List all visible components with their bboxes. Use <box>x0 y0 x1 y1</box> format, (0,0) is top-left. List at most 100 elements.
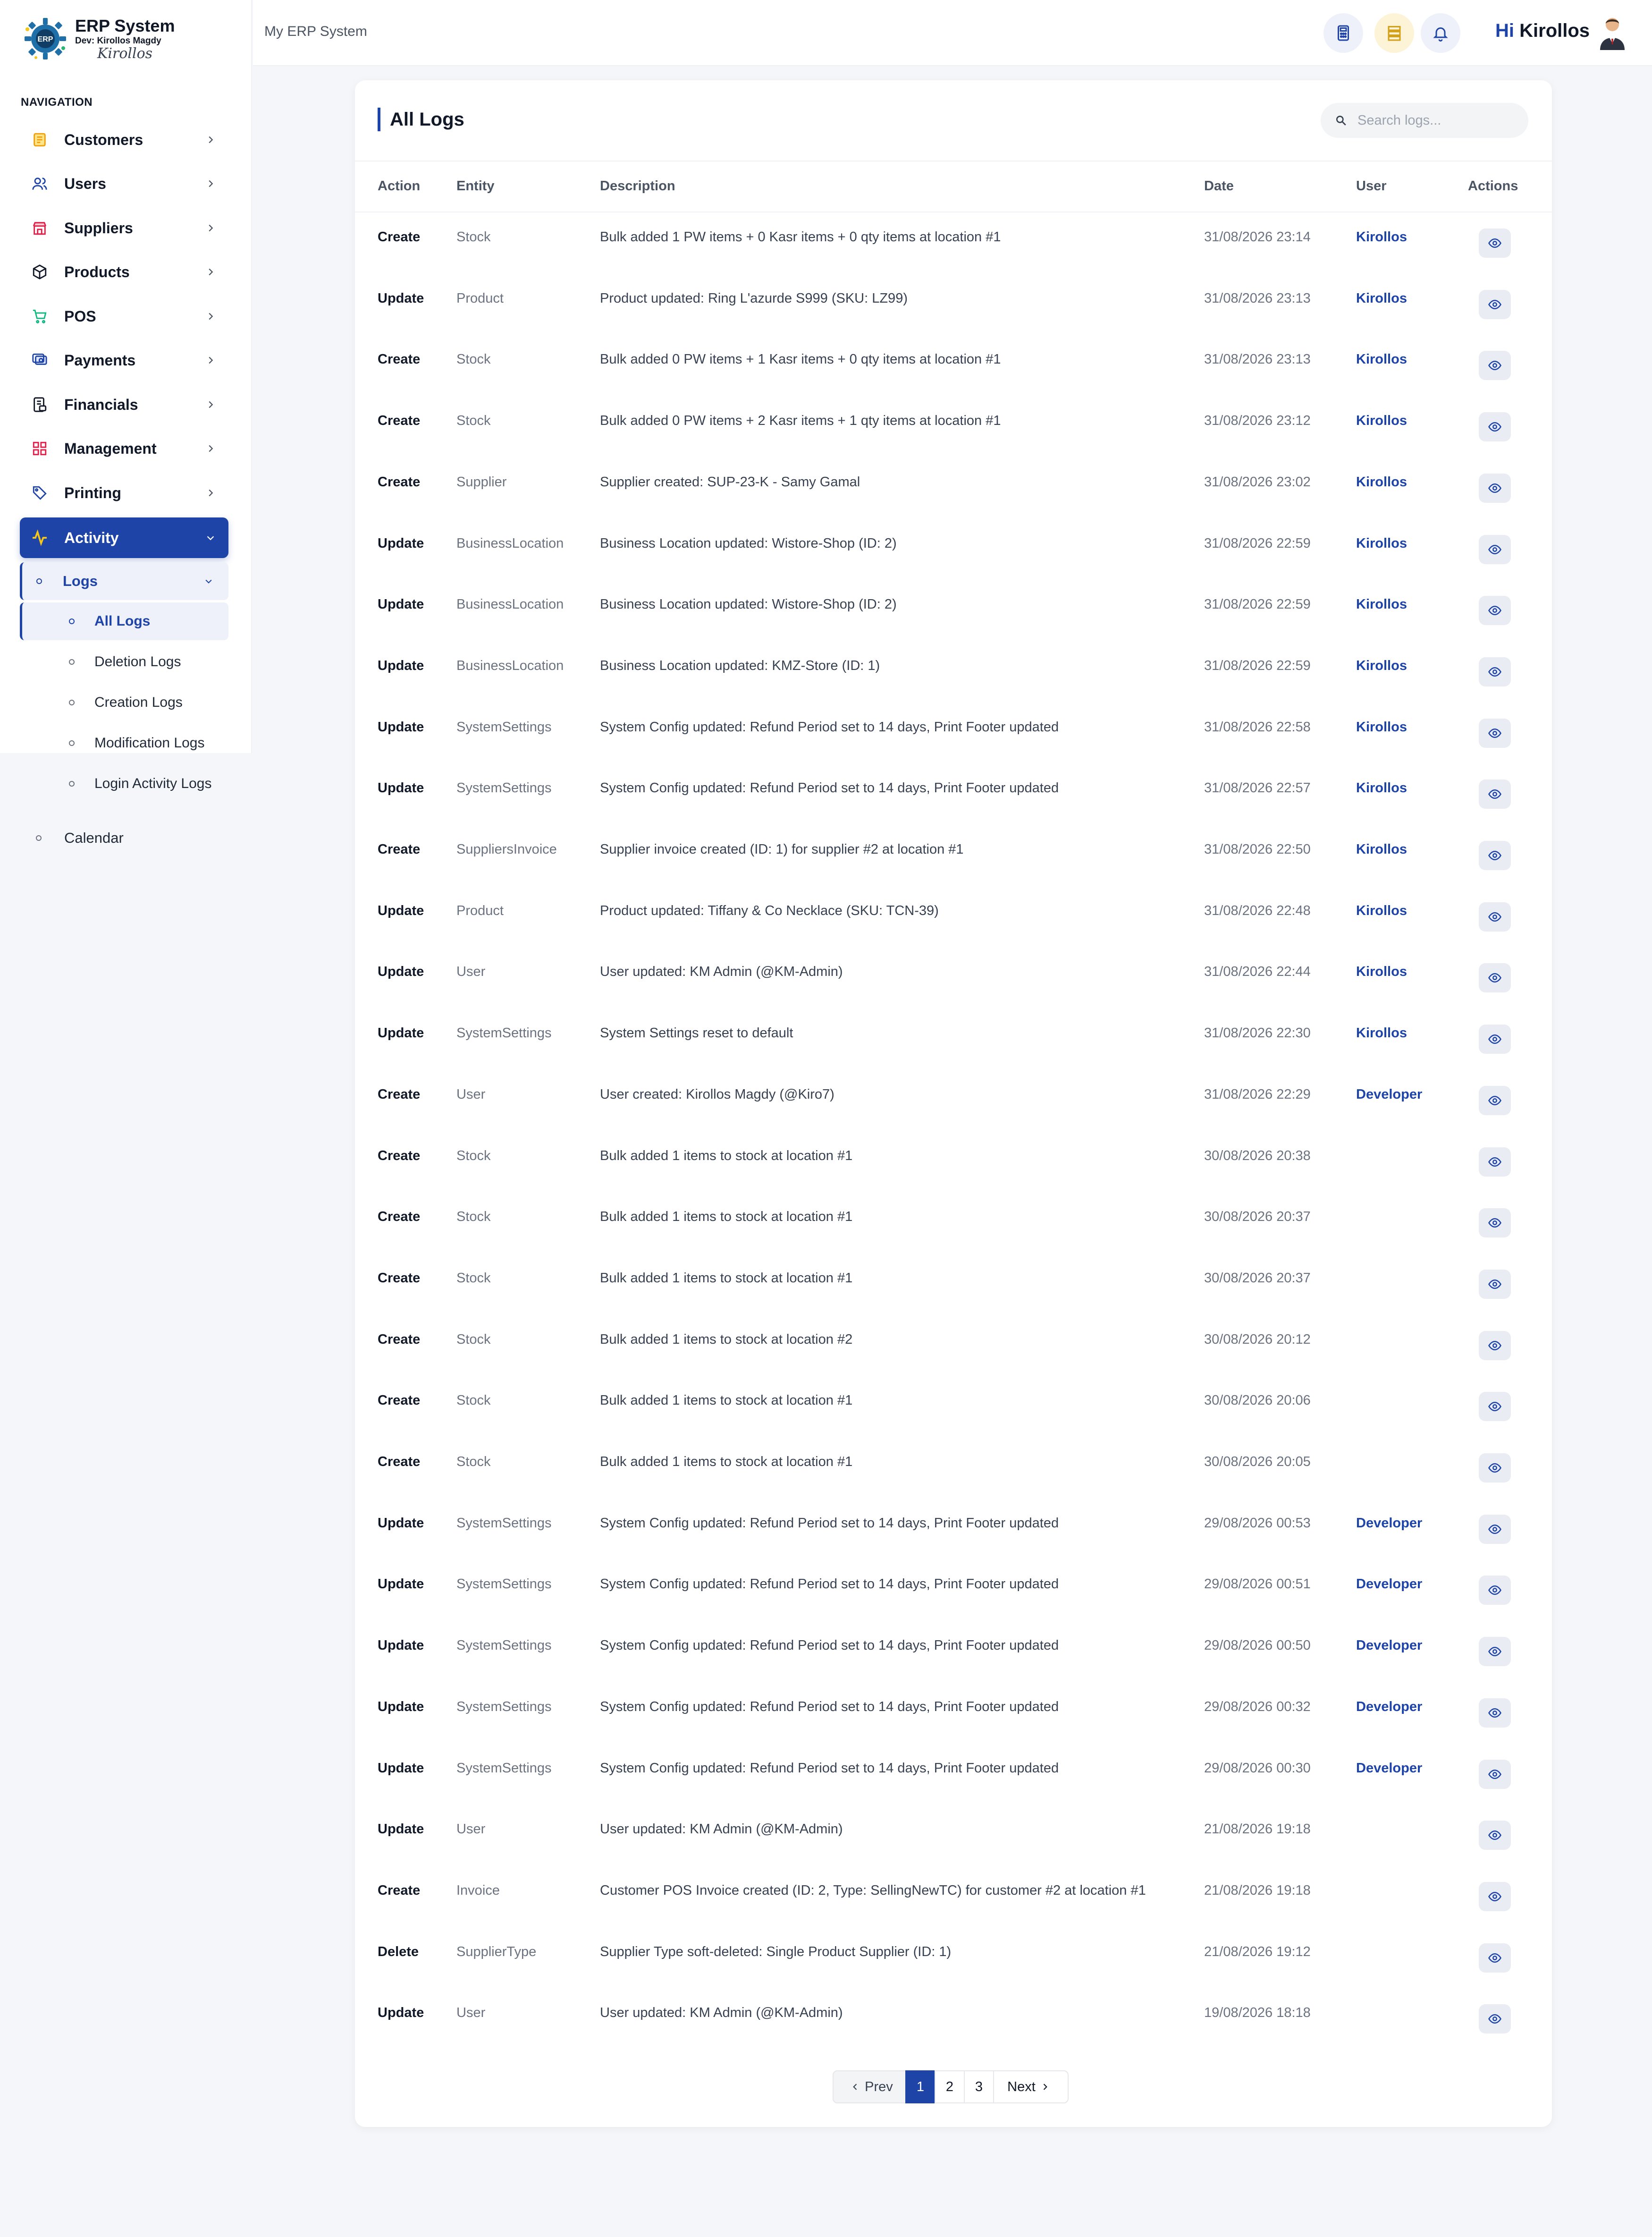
view-log-button[interactable] <box>1479 1392 1511 1422</box>
view-log-button[interactable] <box>1479 1330 1511 1360</box>
table-row: Update SystemSettings System Config update… <box>355 1682 1552 1744</box>
sidebar-item-login-activity-logs[interactable]: Login Activity Logs <box>20 765 228 803</box>
cell-user[interactable]: Developer <box>1356 1638 1422 1653</box>
cell-user[interactable]: Kirollos <box>1356 903 1407 919</box>
eye-icon <box>1488 912 1501 922</box>
sidebar-item-management[interactable]: Management <box>20 428 228 469</box>
cell-user[interactable]: Kirollos <box>1356 475 1407 490</box>
view-log-button[interactable] <box>1479 1208 1511 1238</box>
view-log-button[interactable] <box>1479 657 1511 686</box>
sidebar-item-pos[interactable]: POS <box>20 296 228 337</box>
bullet-icon <box>69 781 75 787</box>
view-log-button[interactable] <box>1479 229 1511 258</box>
view-log-button[interactable] <box>1479 841 1511 870</box>
table-row: Update User User updated: KM Admin (@KM-Ad… <box>355 1988 1552 2050</box>
cell-description: User created: Kirollos Magdy (@Kiro7) <box>600 1086 834 1102</box>
column-header-user[interactable]: User <box>1356 178 1387 194</box>
view-log-button[interactable] <box>1479 1698 1511 1728</box>
sidebar-item-printing[interactable]: Printing <box>20 473 228 513</box>
cell-user[interactable]: Developer <box>1356 1087 1422 1102</box>
sidebar-item-modification-logs[interactable]: Modification Logs <box>20 724 228 762</box>
page-1-button[interactable]: 1 <box>905 2070 936 2103</box>
cell-user[interactable]: Kirollos <box>1356 658 1407 674</box>
sidebar-item-activity[interactable]: Activity <box>20 517 228 558</box>
prev-page-button[interactable]: Prev <box>833 2070 906 2103</box>
user-greeting[interactable]: Hi Kirollos <box>1495 20 1590 42</box>
search-input[interactable] <box>1357 112 1518 128</box>
sidebar-item-all-logs[interactable]: All Logs <box>20 602 228 640</box>
view-log-button[interactable] <box>1479 1514 1511 1544</box>
sidebar-item-label: POS <box>64 307 96 325</box>
view-log-button[interactable] <box>1479 1453 1511 1483</box>
view-log-button[interactable] <box>1479 1943 1511 1973</box>
sidebar-item-calendar[interactable]: Calendar <box>20 819 228 857</box>
view-log-button[interactable] <box>1479 1637 1511 1667</box>
page-3-button[interactable]: 3 <box>964 2070 994 2103</box>
sidebar-item-creation-logs[interactable]: Creation Logs <box>20 684 228 721</box>
view-log-button[interactable] <box>1479 534 1511 564</box>
column-header-description[interactable]: Description <box>600 178 675 194</box>
cell-user[interactable]: Kirollos <box>1356 780 1407 796</box>
sidebar-item-deletion-logs[interactable]: Deletion Logs <box>20 643 228 681</box>
cell-user[interactable]: Kirollos <box>1356 229 1407 245</box>
next-page-button[interactable]: Next <box>993 2070 1069 2103</box>
view-log-button[interactable] <box>1479 1147 1511 1177</box>
search-box[interactable] <box>1321 103 1528 138</box>
sidebar-item-suppliers[interactable]: Suppliers <box>20 208 228 248</box>
view-log-button[interactable] <box>1479 1025 1511 1054</box>
view-log-button[interactable] <box>1479 902 1511 932</box>
view-log-button[interactable] <box>1479 1269 1511 1299</box>
page-2-button[interactable]: 2 <box>935 2070 965 2103</box>
view-log-button[interactable] <box>1479 2004 1511 2034</box>
sidebar-item-label: Payments <box>64 351 136 369</box>
cell-user[interactable]: Kirollos <box>1356 352 1407 367</box>
sidebar-item-logs[interactable]: Logs <box>20 562 228 600</box>
cell-user[interactable]: Kirollos <box>1356 720 1407 735</box>
cell-user[interactable]: Kirollos <box>1356 597 1407 612</box>
view-log-button[interactable] <box>1479 1576 1511 1605</box>
brand[interactable]: ERP ERP System Dev: Kirollos Magdy Kirol… <box>22 14 239 66</box>
eye-icon <box>1488 1463 1501 1473</box>
cell-user[interactable]: Developer <box>1356 1576 1422 1592</box>
sidebar-item-products[interactable]: Products <box>20 252 228 292</box>
cell-user[interactable]: Kirollos <box>1356 291 1407 306</box>
cell-user[interactable]: Kirollos <box>1356 964 1407 980</box>
view-log-button[interactable] <box>1479 473 1511 503</box>
sidebar-item-label: Financials <box>64 396 138 413</box>
sidebar-item-financials[interactable]: Financials <box>20 384 228 425</box>
sidebar-item-customers[interactable]: Customers <box>20 119 228 160</box>
cell-user[interactable]: Kirollos <box>1356 842 1407 857</box>
view-log-button[interactable] <box>1479 1881 1511 1911</box>
notifications-button[interactable] <box>1421 13 1460 53</box>
cell-user[interactable]: Kirollos <box>1356 536 1407 551</box>
cell-user[interactable]: Kirollos <box>1356 413 1407 429</box>
view-log-button[interactable] <box>1479 351 1511 381</box>
calculator-button[interactable] <box>1323 13 1363 53</box>
view-log-button[interactable] <box>1479 963 1511 993</box>
sidebar-item-users[interactable]: Users <box>20 163 228 204</box>
view-log-button[interactable] <box>1479 1759 1511 1789</box>
cell-user[interactable]: Kirollos <box>1356 1025 1407 1041</box>
sidebar-item-payments[interactable]: Payments <box>20 340 228 381</box>
cell-entity: SystemSettings <box>456 1025 552 1041</box>
gold-price-button[interactable] <box>1374 13 1414 53</box>
column-header-entity[interactable]: Entity <box>456 178 495 194</box>
view-log-button[interactable] <box>1479 780 1511 809</box>
breadcrumb[interactable]: My ERP System <box>264 24 367 40</box>
view-log-button[interactable] <box>1479 718 1511 748</box>
view-log-button[interactable] <box>1479 412 1511 442</box>
view-log-button[interactable] <box>1479 1821 1511 1850</box>
eye-icon <box>1488 483 1501 493</box>
column-header-action[interactable]: Action <box>378 178 420 194</box>
view-log-button[interactable] <box>1479 596 1511 626</box>
avatar[interactable] <box>1597 16 1627 50</box>
view-log-button[interactable] <box>1479 289 1511 319</box>
greeting-hi: Hi <box>1495 20 1514 41</box>
cell-user[interactable]: Developer <box>1356 1699 1422 1715</box>
cell-entity: Stock <box>456 1393 491 1408</box>
view-log-button[interactable] <box>1479 1085 1511 1115</box>
column-header-date[interactable]: Date <box>1204 178 1234 194</box>
cell-user[interactable]: Developer <box>1356 1761 1422 1776</box>
cell-description: Bulk added 1 items to stock at location … <box>600 1209 853 1225</box>
cell-user[interactable]: Developer <box>1356 1516 1422 1531</box>
